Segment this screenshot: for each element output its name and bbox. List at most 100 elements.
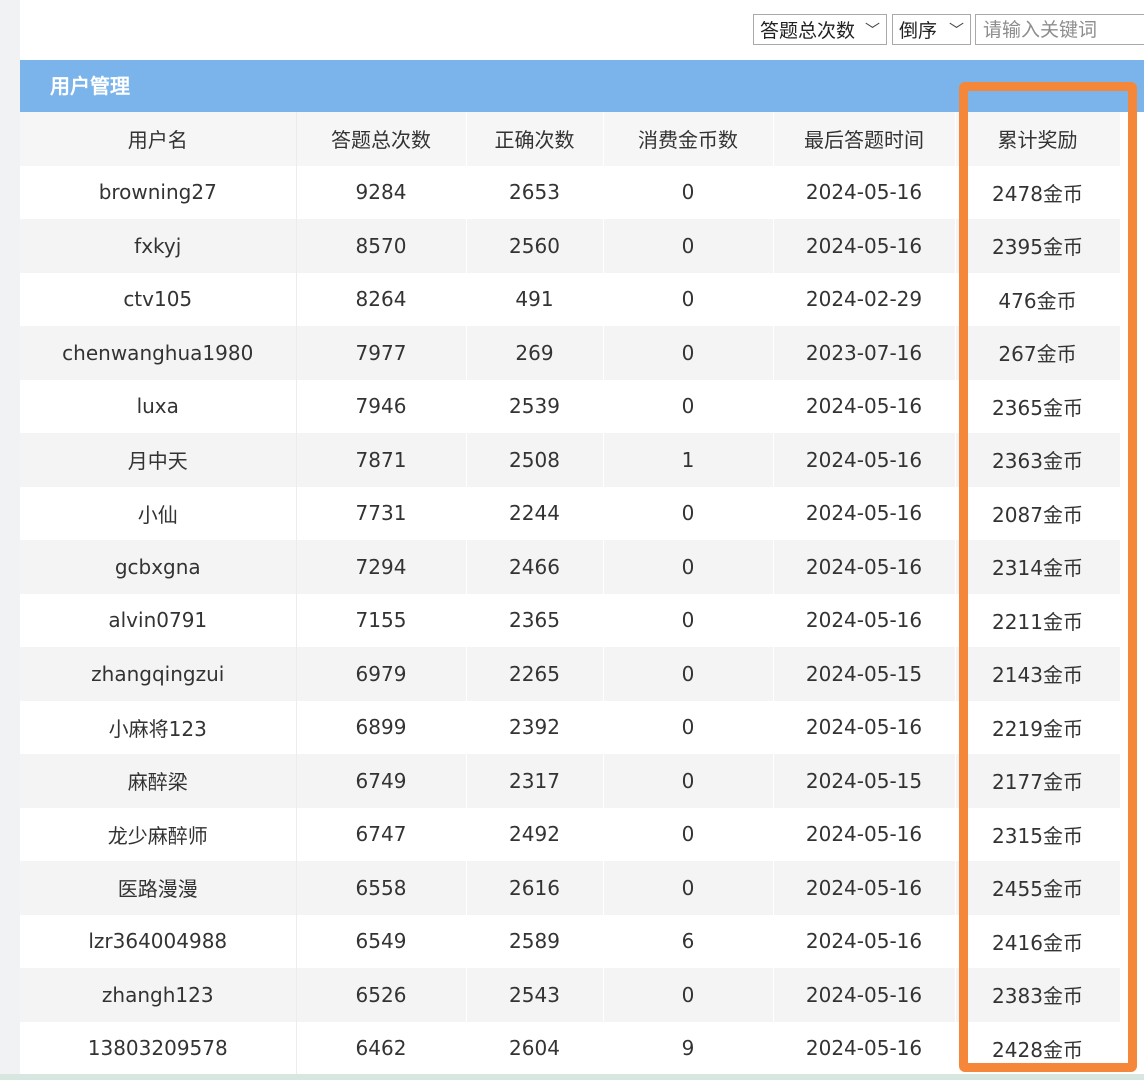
- table-row[interactable]: chenwanghua1980 7977 269 0 2023-07-16 267金币: [20, 326, 1121, 380]
- cell-last-answer-time: 2024-05-16: [773, 219, 956, 273]
- cell-coins-spent: 0: [603, 219, 774, 273]
- cell-last-answer-time: 2024-05-16: [773, 968, 956, 1022]
- table-row[interactable]: 麻醉梁 6749 2317 0 2024-05-15 2177金币: [20, 754, 1121, 808]
- table-row[interactable]: 小麻将123 6899 2392 0 2024-05-16 2219金币: [20, 700, 1121, 754]
- cell-total-reward: 2087金币: [955, 486, 1121, 540]
- cell-total-reward: 2455金币: [955, 861, 1121, 915]
- cell-last-answer-time: 2024-05-16: [773, 861, 956, 915]
- table-row[interactable]: browning27 9284 2653 0 2024-05-16 2478金币: [20, 165, 1121, 219]
- scrollbar-track[interactable]: [1120, 112, 1144, 1080]
- cell-total-answers: 8264: [296, 272, 467, 326]
- panel-title: 用户管理: [20, 60, 1144, 112]
- cell-username: zhangh123: [20, 968, 297, 1022]
- cell-total-answers: 6899: [296, 700, 467, 754]
- column-header-total-answers[interactable]: 答题总次数: [296, 112, 467, 166]
- cell-last-answer-time: 2023-07-16: [773, 326, 956, 380]
- cell-total-reward: 2211金币: [955, 593, 1121, 647]
- table-row[interactable]: luxa 7946 2539 0 2024-05-16 2365金币: [20, 379, 1121, 433]
- cell-coins-spent: 0: [603, 861, 774, 915]
- cell-username: 小麻将123: [20, 700, 297, 754]
- column-header-total-reward[interactable]: 累计奖励: [955, 112, 1121, 166]
- cell-last-answer-time: 2024-05-16: [773, 165, 956, 219]
- cell-total-answers: 7294: [296, 540, 467, 594]
- cell-total-answers: 6549: [296, 914, 467, 968]
- column-header-coins-spent[interactable]: 消费金币数: [603, 112, 774, 166]
- cell-total-answers: 7731: [296, 486, 467, 540]
- cell-last-answer-time: 2024-05-16: [773, 433, 956, 487]
- cell-correct-count: 2539: [466, 379, 604, 433]
- cell-correct-count: 2365: [466, 593, 604, 647]
- table-row[interactable]: zhangqingzui 6979 2265 0 2024-05-15 2143金币: [20, 647, 1121, 701]
- cell-correct-count: 2543: [466, 968, 604, 1022]
- cell-coins-spent: 6: [603, 914, 774, 968]
- cell-coins-spent: 0: [603, 540, 774, 594]
- search-input[interactable]: [975, 14, 1144, 45]
- cell-total-answers: 6558: [296, 861, 467, 915]
- cell-username: 月中天: [20, 433, 297, 487]
- cell-total-reward: 2177金币: [955, 754, 1121, 808]
- cell-last-answer-time: 2024-05-16: [773, 593, 956, 647]
- bottom-bar: [0, 1074, 1144, 1080]
- sort-field-select[interactable]: 答题总次数 ﹀: [753, 14, 887, 45]
- cell-total-reward: 2478金币: [955, 165, 1121, 219]
- cell-coins-spent: 0: [603, 272, 774, 326]
- cell-total-reward: 2314金币: [955, 540, 1121, 594]
- cell-correct-count: 491: [466, 272, 604, 326]
- cell-username: alvin0791: [20, 593, 297, 647]
- cell-username: ctv105: [20, 272, 297, 326]
- cell-coins-spent: 0: [603, 326, 774, 380]
- cell-correct-count: 2317: [466, 754, 604, 808]
- cell-total-reward: 2363金币: [955, 433, 1121, 487]
- cell-total-answers: 7946: [296, 379, 467, 433]
- sort-field-value: 答题总次数: [760, 20, 856, 42]
- sort-order-select[interactable]: 倒序 ﹀: [892, 14, 971, 45]
- cell-total-reward: 2428金币: [955, 1021, 1121, 1075]
- table-row[interactable]: zhangh123 6526 2543 0 2024-05-16 2383金币: [20, 968, 1121, 1022]
- cell-last-answer-time: 2024-05-16: [773, 486, 956, 540]
- cell-coins-spent: 1: [603, 433, 774, 487]
- cell-correct-count: 2392: [466, 700, 604, 754]
- cell-total-answers: 6747: [296, 807, 467, 861]
- cell-last-answer-time: 2024-05-16: [773, 700, 956, 754]
- cell-coins-spent: 0: [603, 647, 774, 701]
- table-row[interactable]: alvin0791 7155 2365 0 2024-05-16 2211金币: [20, 593, 1121, 647]
- cell-username: fxkyj: [20, 219, 297, 273]
- table-header-row: 用户名 答题总次数 正确次数 消费金币数 最后答题时间 累计奖励: [20, 112, 1121, 166]
- table-row[interactable]: 医路漫漫 6558 2616 0 2024-05-16 2455金币: [20, 861, 1121, 915]
- cell-total-reward: 2219金币: [955, 700, 1121, 754]
- table-row[interactable]: gcbxgna 7294 2466 0 2024-05-16 2314金币: [20, 540, 1121, 594]
- cell-total-answers: 7871: [296, 433, 467, 487]
- table-row[interactable]: 13803209578 6462 2604 9 2024-05-16 2428金币: [20, 1021, 1121, 1075]
- cell-total-answers: 8570: [296, 219, 467, 273]
- column-header-correct-count[interactable]: 正确次数: [466, 112, 604, 166]
- cell-username: luxa: [20, 379, 297, 433]
- cell-coins-spent: 0: [603, 379, 774, 433]
- column-header-username[interactable]: 用户名: [20, 112, 297, 166]
- cell-total-reward: 2315金币: [955, 807, 1121, 861]
- cell-correct-count: 2604: [466, 1021, 604, 1075]
- chevron-down-icon: ﹀: [864, 21, 880, 39]
- cell-coins-spent: 0: [603, 700, 774, 754]
- cell-coins-spent: 0: [603, 807, 774, 861]
- cell-coins-spent: 0: [603, 968, 774, 1022]
- cell-last-answer-time: 2024-05-16: [773, 540, 956, 594]
- cell-total-reward: 2395金币: [955, 219, 1121, 273]
- cell-correct-count: 2616: [466, 861, 604, 915]
- cell-last-answer-time: 2024-05-16: [773, 379, 956, 433]
- column-header-last-answer-time[interactable]: 最后答题时间: [773, 112, 956, 166]
- cell-username: lzr364004988: [20, 914, 297, 968]
- table-row[interactable]: 龙少麻醉师 6747 2492 0 2024-05-16 2315金币: [20, 807, 1121, 861]
- cell-username: 小仙: [20, 486, 297, 540]
- table-row[interactable]: fxkyj 8570 2560 0 2024-05-16 2395金币: [20, 219, 1121, 273]
- cell-total-reward: 2143金币: [955, 647, 1121, 701]
- cell-coins-spent: 9: [603, 1021, 774, 1075]
- cell-total-answers: 6526: [296, 968, 467, 1022]
- cell-username: 龙少麻醉师: [20, 807, 297, 861]
- table-row[interactable]: 月中天 7871 2508 1 2024-05-16 2363金币: [20, 433, 1121, 487]
- sort-order-value: 倒序: [899, 20, 938, 42]
- table-row[interactable]: 小仙 7731 2244 0 2024-05-16 2087金币: [20, 486, 1121, 540]
- table-row[interactable]: lzr364004988 6549 2589 6 2024-05-16 2416金币: [20, 914, 1121, 968]
- cell-username: 医路漫漫: [20, 861, 297, 915]
- cell-username: browning27: [20, 165, 297, 219]
- table-row[interactable]: ctv105 8264 491 0 2024-02-29 476金币: [20, 272, 1121, 326]
